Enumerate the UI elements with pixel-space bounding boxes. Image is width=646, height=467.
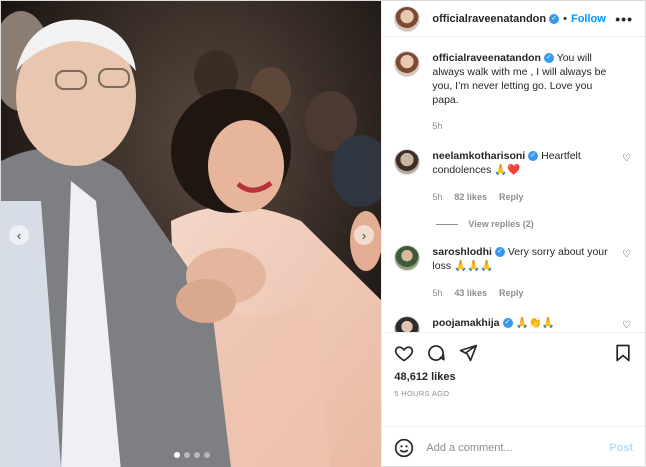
separator-dot: • xyxy=(563,12,567,25)
caption-avatar[interactable] xyxy=(394,51,421,77)
comment-item: saroshlodhi ✓ Very sorry about your loss … xyxy=(394,245,633,300)
post-actions: 48,612 likes 5 HOURS AGO xyxy=(382,332,645,426)
add-comment-input[interactable] xyxy=(426,441,610,454)
more-options-icon[interactable]: ••• xyxy=(615,11,633,27)
carousel-dot xyxy=(203,452,210,458)
comment-text: 🙏👏🙏 xyxy=(515,317,555,329)
verified-badge-icon: ✓ xyxy=(502,318,513,329)
follow-button[interactable]: Follow xyxy=(571,13,606,25)
share-icon[interactable] xyxy=(458,343,478,363)
save-bookmark-icon[interactable] xyxy=(613,343,633,363)
carousel-dot xyxy=(183,452,190,458)
post-modal: ‹ › officialraveenatandon ✓ • Follow •••… xyxy=(0,0,646,467)
comment-item: poojamakhija ✓ 🙏👏🙏 ♡ xyxy=(394,316,633,332)
post-comment-button[interactable]: Post xyxy=(609,442,633,454)
likes-count[interactable]: 48,612 likes xyxy=(394,371,633,383)
reply-button[interactable]: Reply xyxy=(499,190,524,204)
next-slide-button[interactable]: › xyxy=(354,225,374,245)
caption: officialraveenatandon ✓ You will always w… xyxy=(394,51,633,133)
carousel-dot xyxy=(173,452,180,458)
comment-likes[interactable]: 43 likes xyxy=(454,286,487,300)
comment-time[interactable]: 5h xyxy=(432,286,442,300)
carousel-indicator xyxy=(1,452,381,458)
comment-time[interactable]: 5h xyxy=(432,190,442,204)
post-photo[interactable]: ‹ › xyxy=(1,1,382,467)
comment-icon[interactable] xyxy=(426,343,446,363)
chevron-left-icon: ‹ xyxy=(16,227,22,243)
like-heart-icon[interactable] xyxy=(394,343,414,363)
emoji-icon[interactable] xyxy=(394,438,414,458)
reply-button[interactable]: Reply xyxy=(499,286,524,300)
add-comment-bar: Post xyxy=(382,426,645,467)
previous-slide-button[interactable]: ‹ xyxy=(9,225,29,245)
post-details-panel: officialraveenatandon ✓ • Follow ••• off… xyxy=(381,1,645,467)
comment-like-heart-icon[interactable]: ♡ xyxy=(622,153,631,164)
view-replies-label: View replies (2) xyxy=(468,219,534,229)
photo-image xyxy=(1,1,382,467)
comment-username[interactable]: poojamakhija xyxy=(432,317,499,329)
verified-badge-icon: ✓ xyxy=(494,247,505,258)
commenter-avatar[interactable] xyxy=(394,245,421,271)
comment-username[interactable]: neelamkotharisoni xyxy=(432,150,525,162)
comment-like-heart-icon[interactable]: ♡ xyxy=(622,249,631,260)
view-replies-button[interactable]: View replies (2) xyxy=(436,219,633,229)
post-header: officialraveenatandon ✓ • Follow ••• xyxy=(382,1,645,37)
post-timestamp[interactable]: 5 HOURS AGO xyxy=(394,389,633,398)
comment-username[interactable]: saroshlodhi xyxy=(432,246,492,258)
caption-time[interactable]: 5h xyxy=(432,119,442,133)
author-username[interactable]: officialraveenatandon xyxy=(432,13,546,25)
comment-item: neelamkotharisoni ✓ Heartfelt condolences… xyxy=(394,149,633,204)
comments-list[interactable]: officialraveenatandon ✓ You will always w… xyxy=(382,37,645,332)
comment-like-heart-icon[interactable]: ♡ xyxy=(622,320,631,331)
chevron-right-icon: › xyxy=(361,227,367,243)
author-avatar[interactable] xyxy=(394,5,421,32)
caption-username[interactable]: officialraveenatandon xyxy=(432,52,541,64)
commenter-avatar[interactable] xyxy=(394,316,421,332)
comment-likes[interactable]: 82 likes xyxy=(454,190,487,204)
verified-badge-icon: ✓ xyxy=(528,151,539,162)
verified-badge-icon: ✓ xyxy=(543,53,554,64)
carousel-dot xyxy=(193,452,200,458)
commenter-avatar[interactable] xyxy=(394,149,421,175)
replies-divider xyxy=(436,223,459,225)
verified-badge-icon: ✓ xyxy=(549,13,560,24)
